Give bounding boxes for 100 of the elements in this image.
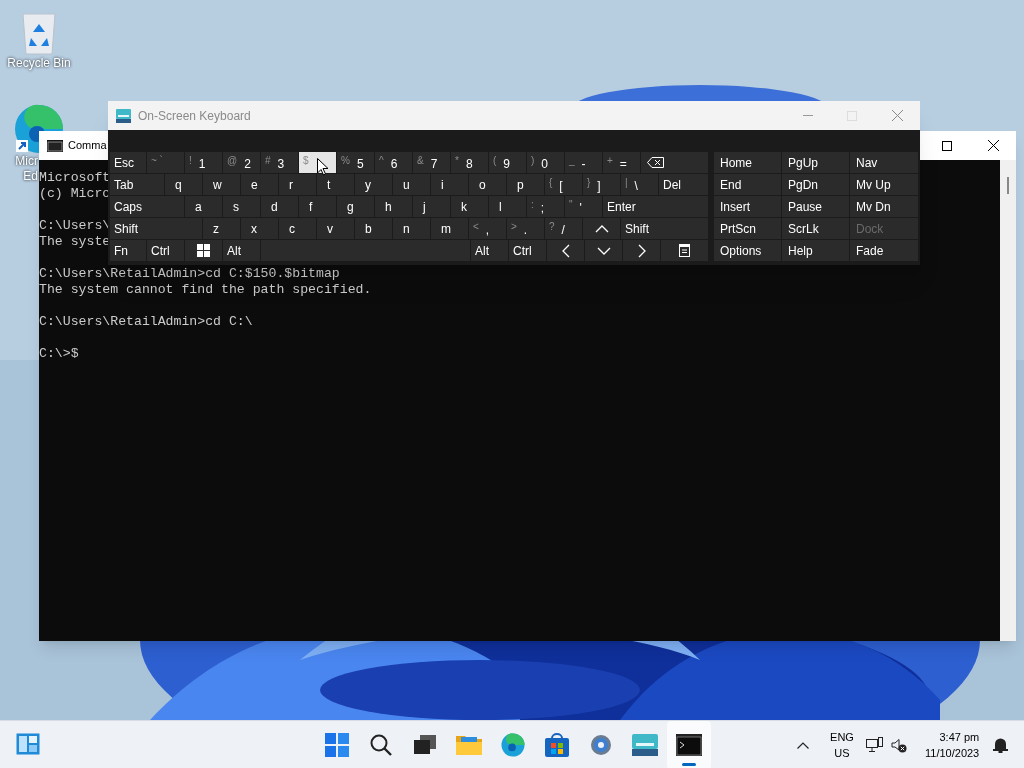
key[interactable]: Options bbox=[714, 240, 781, 261]
key[interactable]: PrtScn bbox=[714, 218, 781, 239]
key[interactable]: w bbox=[203, 174, 240, 195]
network-icon[interactable] bbox=[866, 737, 883, 753]
key[interactable]: < , bbox=[469, 218, 506, 239]
key[interactable]: Del bbox=[659, 174, 708, 195]
key[interactable]: s bbox=[223, 196, 260, 217]
key[interactable]: Alt bbox=[223, 240, 260, 261]
key[interactable]: " ' bbox=[565, 196, 602, 217]
key[interactable]: e bbox=[241, 174, 278, 195]
key[interactable]: q bbox=[165, 174, 202, 195]
key[interactable]: t bbox=[317, 174, 354, 195]
icon-label: Recycle Bin bbox=[7, 56, 71, 71]
key[interactable]: Shift bbox=[621, 218, 708, 239]
key[interactable]: a bbox=[185, 196, 222, 217]
chevron-up-icon bbox=[797, 741, 809, 749]
folder-icon bbox=[456, 734, 482, 756]
key[interactable]: f bbox=[299, 196, 336, 217]
key[interactable]: { [ bbox=[545, 174, 582, 195]
key[interactable]: + = bbox=[603, 152, 640, 173]
key[interactable]: Fade bbox=[850, 240, 918, 261]
close-icon bbox=[987, 140, 999, 151]
key[interactable]: Insert bbox=[714, 196, 781, 217]
clock[interactable]: 3:47 pm 11/10/2023 bbox=[925, 729, 980, 761]
key[interactable]: n bbox=[393, 218, 430, 239]
key[interactable]: PgDn bbox=[782, 174, 849, 195]
key[interactable]: Tab bbox=[110, 174, 164, 195]
key[interactable]: i bbox=[431, 174, 468, 195]
key[interactable]: k bbox=[451, 196, 488, 217]
key[interactable]: Mv Dn bbox=[850, 196, 918, 217]
language-indicator[interactable]: ENG US bbox=[822, 729, 862, 761]
key[interactable]: x bbox=[241, 218, 278, 239]
key[interactable]: g bbox=[337, 196, 374, 217]
close-icon bbox=[891, 110, 903, 121]
key[interactable]: Fn bbox=[110, 240, 146, 261]
window-title: On-Screen Keyboard bbox=[138, 107, 251, 125]
terminal-icon bbox=[47, 139, 63, 152]
key[interactable]: & 7 bbox=[413, 152, 450, 173]
key[interactable]: ^ 6 bbox=[375, 152, 412, 173]
key[interactable]: c bbox=[279, 218, 316, 239]
key[interactable]: * 8 bbox=[451, 152, 488, 173]
key[interactable]: : ; bbox=[527, 196, 564, 217]
key[interactable]: End bbox=[714, 174, 781, 195]
key[interactable]: Enter bbox=[603, 196, 708, 217]
key[interactable]: l bbox=[489, 196, 526, 217]
key[interactable]: % 5 bbox=[337, 152, 374, 173]
key[interactable]: Nav bbox=[850, 152, 918, 173]
backspace-key[interactable] bbox=[641, 152, 708, 173]
key[interactable]: m bbox=[431, 218, 468, 239]
scrollbar-thumb[interactable] bbox=[1007, 177, 1009, 194]
key[interactable]: _ - bbox=[565, 152, 602, 173]
key[interactable]: } ] bbox=[583, 174, 620, 195]
window-title: Comma bbox=[68, 138, 107, 154]
key[interactable]: Help bbox=[782, 240, 849, 261]
key[interactable]: h bbox=[375, 196, 412, 217]
key[interactable]: Alt bbox=[471, 240, 508, 261]
key[interactable]: r bbox=[279, 174, 316, 195]
key[interactable]: ScrLk bbox=[782, 218, 849, 239]
key[interactable]: j bbox=[413, 196, 450, 217]
key[interactable]: v bbox=[317, 218, 354, 239]
key[interactable]: | \ bbox=[621, 174, 658, 195]
key[interactable]: Pause bbox=[782, 196, 849, 217]
key[interactable]: ( 9 bbox=[489, 152, 526, 173]
keyboard-icon bbox=[116, 108, 131, 123]
backspace-icon bbox=[647, 157, 664, 168]
menu-key-icon bbox=[679, 244, 690, 257]
key[interactable]: ! 1 bbox=[185, 152, 222, 173]
key[interactable]: z bbox=[203, 218, 240, 239]
key[interactable]: u bbox=[393, 174, 430, 195]
key[interactable]: Ctrl bbox=[147, 240, 184, 261]
key[interactable]: o bbox=[469, 174, 506, 195]
key[interactable]: y bbox=[355, 174, 392, 195]
key[interactable]: Ctrl bbox=[509, 240, 546, 261]
key[interactable]: Shift bbox=[110, 218, 202, 239]
chevron-up-icon bbox=[594, 224, 609, 233]
widgets-icon[interactable] bbox=[16, 733, 40, 755]
taskbar-button[interactable] bbox=[667, 721, 711, 768]
key[interactable]: ? / bbox=[545, 218, 582, 239]
key[interactable] bbox=[185, 240, 222, 261]
console-line: Microsoft bbox=[39, 170, 111, 186]
key[interactable]: @ 2 bbox=[223, 152, 260, 173]
chevron-right-icon bbox=[637, 243, 646, 258]
key[interactable]: # 3 bbox=[261, 152, 298, 173]
speaker-muted-icon[interactable] bbox=[891, 737, 907, 753]
key[interactable]: PgUp bbox=[782, 152, 849, 173]
key[interactable]: ) 0 bbox=[527, 152, 564, 173]
active-indicator bbox=[682, 763, 696, 766]
recycle-bin-icon[interactable] bbox=[20, 10, 58, 56]
key[interactable]: d bbox=[261, 196, 298, 217]
key[interactable]: Mv Up bbox=[850, 174, 918, 195]
notification-bell-icon[interactable] bbox=[993, 737, 1009, 753]
key[interactable]: ~ ` bbox=[147, 152, 184, 173]
console-line: C:\Users\RetailAdmin>cd C:$150.$bitmap bbox=[39, 266, 340, 282]
key[interactable]: > . bbox=[507, 218, 544, 239]
key[interactable]: p bbox=[507, 174, 544, 195]
key[interactable]: Home bbox=[714, 152, 781, 173]
key[interactable]: Esc bbox=[110, 152, 146, 173]
key[interactable] bbox=[661, 240, 708, 261]
key[interactable]: b bbox=[355, 218, 392, 239]
key[interactable]: Caps bbox=[110, 196, 184, 217]
